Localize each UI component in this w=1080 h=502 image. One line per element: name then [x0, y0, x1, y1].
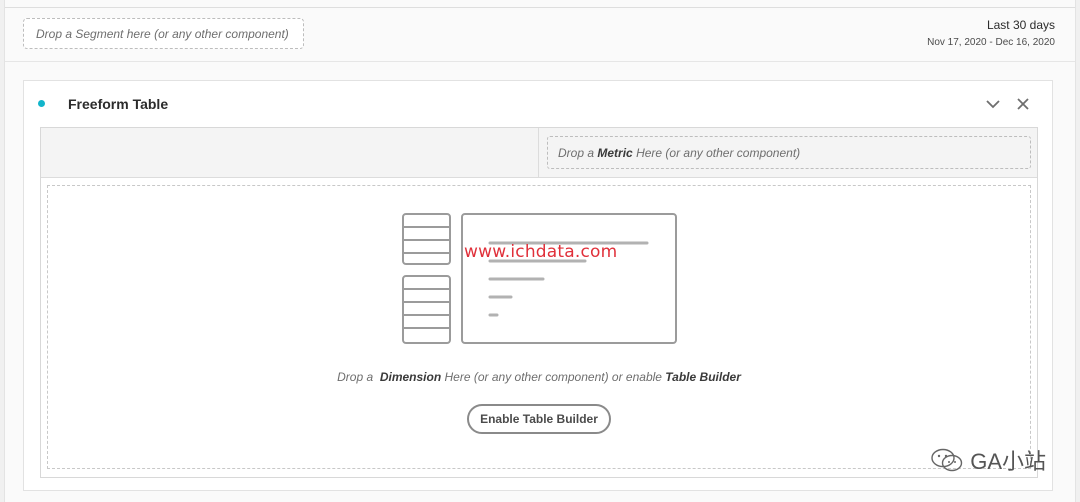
close-icon[interactable]	[1014, 95, 1032, 113]
panel-title[interactable]: Freeform Table	[68, 96, 168, 112]
dimension-drop-middle: Here (or any other component) or enable	[441, 370, 666, 384]
table-header: Drop a Metric Here (or any other compone…	[41, 128, 1037, 178]
dimension-drop-prefix: Drop a	[337, 370, 377, 384]
date-range-label: Last 30 days	[986, 18, 1055, 32]
metric-drop-zone[interactable]: Drop a Metric Here (or any other compone…	[547, 136, 1031, 169]
metric-drop-strong: Metric	[597, 145, 633, 160]
dimension-drop-text: Drop a Dimension Here (or any other comp…	[48, 370, 1030, 384]
metric-drop-suffix: Here (or any other component)	[636, 145, 801, 160]
chevron-down-icon[interactable]	[984, 95, 1002, 113]
header-column-divider	[538, 128, 539, 177]
segment-drop-zone[interactable]: Drop a Segment here (or any other compon…	[23, 18, 304, 49]
panel-status-dot	[38, 100, 45, 107]
wechat-watermark: GA小站	[930, 444, 1046, 476]
segment-drop-text: Drop a Segment here (or any other compon…	[36, 26, 289, 41]
header-divider	[5, 61, 1075, 62]
freeform-table: Drop a Metric Here (or any other compone…	[40, 127, 1038, 478]
wechat-icon	[931, 448, 963, 472]
workspace-canvas: Drop a Segment here (or any other compon…	[4, 0, 1076, 502]
watermark-url: www.ichdata.com	[464, 242, 618, 262]
enable-table-builder-button[interactable]: Enable Table Builder	[467, 404, 611, 434]
table-builder-strong: Table Builder	[665, 370, 741, 384]
dimension-drop-zone[interactable]: www.ichdata.com Drop a Dimension Here (o…	[47, 185, 1031, 469]
freeform-panel: Freeform Table Drop a Metric Here (or an…	[23, 80, 1053, 491]
table-illustration-icon	[402, 213, 677, 344]
date-range-picker[interactable]: Last 30 days Nov 17, 2020 - Dec 16, 2020	[927, 18, 1055, 48]
wechat-watermark-text: GA小站	[970, 449, 1046, 474]
top-divider	[5, 7, 1075, 8]
metric-drop-prefix: Drop a	[558, 145, 595, 160]
dimension-drop-strong: Dimension	[379, 370, 442, 384]
date-range-dates: Nov 17, 2020 - Dec 16, 2020	[927, 37, 1055, 48]
